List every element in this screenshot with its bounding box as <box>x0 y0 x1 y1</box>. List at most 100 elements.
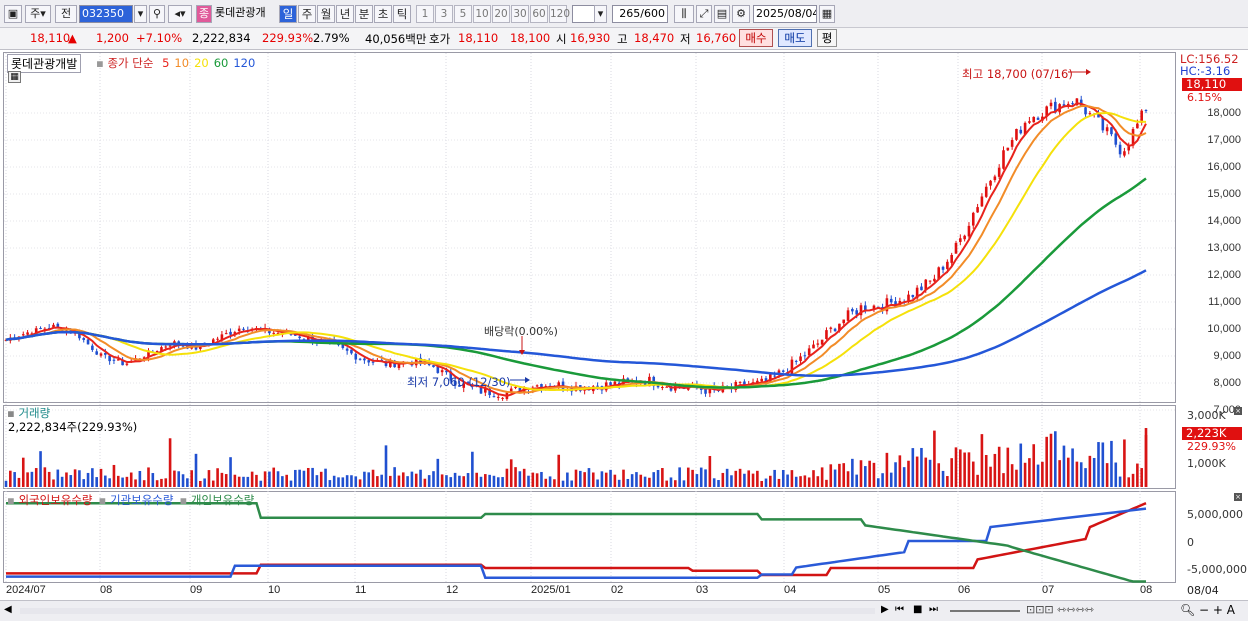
candle-body <box>959 238 962 242</box>
volume-bar <box>60 476 64 487</box>
volume-bar <box>980 434 984 487</box>
volume-bar <box>134 479 137 487</box>
volume-bar <box>190 470 193 487</box>
candle-body <box>928 280 932 282</box>
volume-bar <box>302 470 306 487</box>
candle-body <box>91 345 94 350</box>
volume-bar <box>993 453 997 487</box>
close-icon[interactable]: × <box>1234 493 1242 501</box>
volume-bar <box>121 477 124 487</box>
volume-bar <box>26 472 29 487</box>
candle-body <box>954 242 958 254</box>
tool-icons[interactable]: ⊡⊡⊡ ⇿⇿⇿⇿ <box>1026 603 1094 616</box>
close-icon[interactable]: × <box>1234 407 1242 415</box>
price-y-tick: 9,000 <box>1213 350 1241 362</box>
last-icon[interactable]: ⏭ <box>929 604 938 615</box>
volume-bar <box>1032 444 1036 487</box>
x-axis-right-label: 08/04 <box>1187 584 1219 597</box>
candle-body <box>967 225 971 237</box>
candle-body <box>350 349 353 354</box>
holdings-title-1: 기관보유수량 <box>109 493 174 507</box>
volume-bar <box>285 474 288 487</box>
candle-body <box>980 196 984 207</box>
candle-body <box>432 365 435 368</box>
volume-bar <box>1010 464 1014 487</box>
scroll-left-icon[interactable]: ◀ <box>4 604 12 615</box>
volume-bar <box>453 472 457 487</box>
volume-bar <box>730 475 733 487</box>
volume-bar <box>544 478 548 487</box>
volume-bar <box>695 474 699 487</box>
candle-body <box>298 336 301 339</box>
volume-bar <box>1006 447 1010 487</box>
candle-body <box>665 386 668 388</box>
candle-body <box>997 167 1001 177</box>
volume-bar <box>553 479 556 487</box>
candle-body <box>738 381 742 383</box>
volume-bar <box>259 480 263 487</box>
volume-bar <box>479 476 483 487</box>
candle-body <box>108 355 111 362</box>
volume-bar <box>423 478 427 487</box>
volume-bar <box>518 471 522 487</box>
volume-bar <box>613 474 617 487</box>
volume-bar <box>609 469 612 487</box>
volume-bar <box>419 469 422 487</box>
volume-bar <box>652 472 656 487</box>
volume-bar <box>181 474 185 487</box>
volume-bar <box>587 468 591 487</box>
volume-bar <box>889 472 893 487</box>
table-icon[interactable]: ▦ <box>8 71 21 83</box>
candle-body <box>237 328 241 332</box>
volume-bar <box>263 471 267 487</box>
volume-bar <box>1144 435 1148 487</box>
zoom-slider[interactable] <box>950 610 1020 612</box>
volume-bar <box>846 471 850 487</box>
volume-bar <box>829 464 833 487</box>
volume-bar <box>989 466 992 487</box>
volume-bar <box>941 470 945 487</box>
dividend-annotation: 배당락(0.00%) <box>484 325 558 338</box>
price-y-tick: 14,000 <box>1207 215 1241 227</box>
volume-bar <box>894 462 897 487</box>
candle-body <box>1006 147 1010 151</box>
volume-bar <box>246 476 250 487</box>
volume-bar <box>69 475 73 487</box>
volume-bar <box>99 468 103 487</box>
chart-canvas[interactable] <box>0 0 1248 621</box>
volume-bar <box>717 480 720 487</box>
volume-bar <box>30 471 34 487</box>
volume-bar <box>851 458 854 487</box>
stop-icon[interactable]: ■ <box>913 604 922 615</box>
volume-bar <box>229 457 232 487</box>
candle-body <box>125 363 129 365</box>
first-icon[interactable]: ⏮ <box>895 604 904 615</box>
volume-bar <box>712 478 716 487</box>
volume-bar <box>1019 443 1023 487</box>
volume-bar <box>803 475 807 487</box>
volume-bar <box>13 472 16 487</box>
volume-bar <box>306 467 310 487</box>
zoom-icons[interactable]: 🔍︎ − + A <box>1180 603 1235 617</box>
volume-bar <box>436 458 440 487</box>
volume-bar <box>255 474 258 487</box>
volume-bar <box>902 467 906 487</box>
candle-body <box>39 327 42 329</box>
candle-body <box>496 396 500 398</box>
scrollbar[interactable] <box>20 608 875 614</box>
volume-bar <box>1071 448 1074 487</box>
volume-bar <box>699 467 703 487</box>
scroll-right-icon[interactable]: ▶ <box>881 604 889 615</box>
candle-body <box>993 176 997 181</box>
volume-bar <box>790 470 794 487</box>
volume-bar <box>777 478 781 487</box>
volume-bar <box>704 469 707 487</box>
volume-bar <box>484 474 487 487</box>
volume-bar <box>272 467 276 487</box>
volume-bar <box>1105 463 1109 487</box>
volume-bar <box>1110 440 1113 487</box>
volume-bar <box>738 468 742 487</box>
volume-bar <box>1140 468 1143 487</box>
volume-bar <box>721 472 725 487</box>
ma-line-5 <box>5 102 1147 397</box>
